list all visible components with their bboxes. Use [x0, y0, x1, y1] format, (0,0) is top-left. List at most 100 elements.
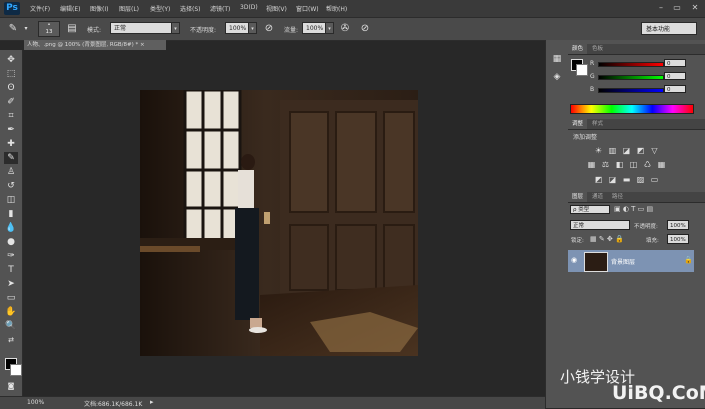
zoom-level[interactable]: 100%: [27, 399, 44, 406]
document-canvas-image[interactable]: [140, 90, 418, 356]
selective-color-adjust-icon[interactable]: ▨: [636, 175, 645, 184]
menu-help[interactable]: 帮助(H): [326, 4, 347, 13]
document-tab[interactable]: 人物、.png @ 100% (背景图层, RGB/8#) * ×: [24, 40, 166, 50]
gradient-map-adjust-icon[interactable]: ▭: [650, 175, 659, 184]
brush-tool-icon[interactable]: ✎: [6, 22, 20, 36]
type-tool-icon[interactable]: T: [4, 264, 18, 276]
close-button[interactable]: ✕: [688, 2, 702, 14]
lasso-tool-icon[interactable]: ʘ: [4, 82, 18, 94]
eraser-tool-icon[interactable]: ◫: [4, 194, 18, 206]
menu-filter[interactable]: 滤镜(T): [210, 4, 230, 13]
brush-tool-button-icon[interactable]: ✎: [4, 152, 18, 164]
opacity-input[interactable]: 100%: [225, 22, 249, 34]
quick-mask-icon[interactable]: ◙: [4, 380, 18, 392]
workspace-select[interactable]: 基本功能: [641, 22, 697, 35]
crop-tool-icon[interactable]: ⌗: [4, 110, 18, 122]
eyedropper-tool-icon[interactable]: ✒: [4, 124, 18, 136]
threshold-adjust-icon[interactable]: ▬: [622, 175, 631, 184]
tab-paths[interactable]: 路径: [608, 192, 627, 202]
background-color-swatch[interactable]: [10, 364, 22, 376]
channel-g-slider[interactable]: [598, 75, 664, 80]
zoom-tool-icon[interactable]: 🔍: [4, 320, 18, 332]
color-background-swatch[interactable]: [576, 64, 588, 76]
exposure-adjust-icon[interactable]: ◩: [636, 146, 645, 155]
move-tool-icon[interactable]: ✥: [4, 54, 18, 66]
menu-window[interactable]: 窗口(W): [296, 4, 319, 13]
vibrance-adjust-icon[interactable]: ▽: [650, 146, 659, 155]
opacity-dropdown-arrow-icon[interactable]: ▾: [248, 22, 257, 34]
posterize-adjust-icon[interactable]: ◪: [608, 175, 617, 184]
flow-input[interactable]: 100%: [302, 22, 326, 34]
brush-size-picker[interactable]: • 13: [38, 21, 60, 37]
brush-panel-icon[interactable]: ▤: [65, 22, 79, 36]
menu-select[interactable]: 选择(S): [180, 4, 201, 13]
curves-adjust-icon[interactable]: ◪: [622, 146, 631, 155]
opacity-label: 不透明度:: [190, 27, 217, 34]
layer-kind-filter[interactable]: ρ 类型: [570, 205, 610, 214]
channel-b-value[interactable]: 0: [664, 85, 686, 93]
menu-file[interactable]: 文件(F): [30, 4, 50, 13]
tab-channels[interactable]: 通道: [588, 192, 607, 202]
hue-saturation-adjust-icon[interactable]: ▦: [587, 160, 596, 169]
invert-adjust-icon[interactable]: ◩: [594, 175, 603, 184]
color-lookup-adjust-icon[interactable]: ▦: [657, 160, 666, 169]
tools-panel: ✥ ⬚ ʘ ✐ ⌗ ✒ ✚ ✎ ♙ ↺ ◫ ▮ 💧 ● ✑ T ➤ ▭ ✋ 🔍 …: [0, 50, 23, 396]
blur-tool-icon[interactable]: 💧: [4, 222, 18, 234]
brightness-adjust-icon[interactable]: ☀: [594, 146, 603, 155]
tool-preset-arrow-icon[interactable]: ▾: [19, 22, 33, 36]
color-spectrum-bar[interactable]: [570, 104, 694, 114]
shape-tool-icon[interactable]: ▭: [4, 292, 18, 304]
menu-3d[interactable]: 3D(D): [240, 4, 258, 11]
photo-filter-adjust-icon[interactable]: ◫: [629, 160, 638, 169]
menu-image[interactable]: 图像(I): [90, 4, 108, 13]
mode-dropdown-arrow-icon[interactable]: ▾: [171, 22, 180, 34]
layer-opacity-input[interactable]: 100%: [667, 220, 689, 230]
history-brush-tool-icon[interactable]: ↺: [4, 180, 18, 192]
airbrush-icon[interactable]: ✇: [338, 22, 352, 36]
menu-edit[interactable]: 编辑(E): [60, 4, 80, 13]
menu-type[interactable]: 类型(Y): [150, 4, 170, 13]
healing-brush-tool-icon[interactable]: ✚: [4, 138, 18, 150]
status-menu-arrow-icon[interactable]: ▸: [150, 398, 154, 406]
mode-select[interactable]: 正常: [110, 22, 180, 34]
color-balance-adjust-icon[interactable]: ⚖: [601, 160, 610, 169]
layer-thumbnail: [584, 252, 608, 272]
tab-swatches[interactable]: 色板: [588, 44, 607, 54]
tab-layers[interactable]: 图层: [568, 192, 588, 202]
layer-blend-mode-select[interactable]: 正常: [570, 220, 630, 230]
layer-row[interactable]: ◉ 背景图层 🔒: [568, 250, 694, 272]
marquee-tool-icon[interactable]: ⬚: [4, 68, 18, 80]
menu-layer[interactable]: 图层(L): [119, 4, 139, 13]
channel-r-value[interactable]: 0: [664, 59, 686, 67]
restore-button[interactable]: ▭: [670, 2, 684, 14]
swap-colors-icon[interactable]: ⇄: [4, 334, 18, 346]
path-select-tool-icon[interactable]: ➤: [4, 278, 18, 290]
pressure-size-icon[interactable]: ⊘: [358, 22, 372, 36]
minimize-button[interactable]: –: [654, 2, 668, 14]
black-white-adjust-icon[interactable]: ◧: [615, 160, 624, 169]
flow-dropdown-arrow-icon[interactable]: ▾: [325, 22, 334, 34]
pressure-opacity-icon[interactable]: ⊘: [262, 22, 276, 36]
dodge-tool-icon[interactable]: ●: [4, 236, 18, 248]
hand-tool-icon[interactable]: ✋: [4, 306, 18, 318]
tab-color[interactable]: 颜色: [568, 44, 588, 54]
tab-adjustments[interactable]: 调整: [568, 119, 588, 129]
pen-tool-icon[interactable]: ✑: [4, 250, 18, 262]
layer-name[interactable]: 背景图层: [611, 257, 635, 266]
gradient-tool-icon[interactable]: ▮: [4, 208, 18, 220]
channel-g-value[interactable]: 0: [664, 72, 686, 80]
layer-visibility-eye-icon[interactable]: ◉: [571, 256, 577, 264]
lock-options-icons[interactable]: ▦ ✎ ✥ 🔒: [590, 235, 624, 243]
properties-panel-icon[interactable]: ◈: [551, 71, 563, 83]
tab-styles[interactable]: 样式: [588, 119, 607, 129]
quick-select-tool-icon[interactable]: ✐: [4, 96, 18, 108]
menu-view[interactable]: 视图(V): [266, 4, 287, 13]
layer-filter-icons[interactable]: ▣ ◐ T ▭ ▤: [614, 205, 653, 213]
layer-fill-input[interactable]: 100%: [667, 234, 689, 244]
channel-b-slider[interactable]: [598, 88, 664, 93]
levels-adjust-icon[interactable]: ▥: [608, 146, 617, 155]
clone-stamp-tool-icon[interactable]: ♙: [4, 166, 18, 178]
history-panel-icon[interactable]: ▦: [551, 53, 563, 65]
channel-r-slider[interactable]: [598, 62, 664, 67]
channel-mixer-adjust-icon[interactable]: ♺: [643, 160, 652, 169]
